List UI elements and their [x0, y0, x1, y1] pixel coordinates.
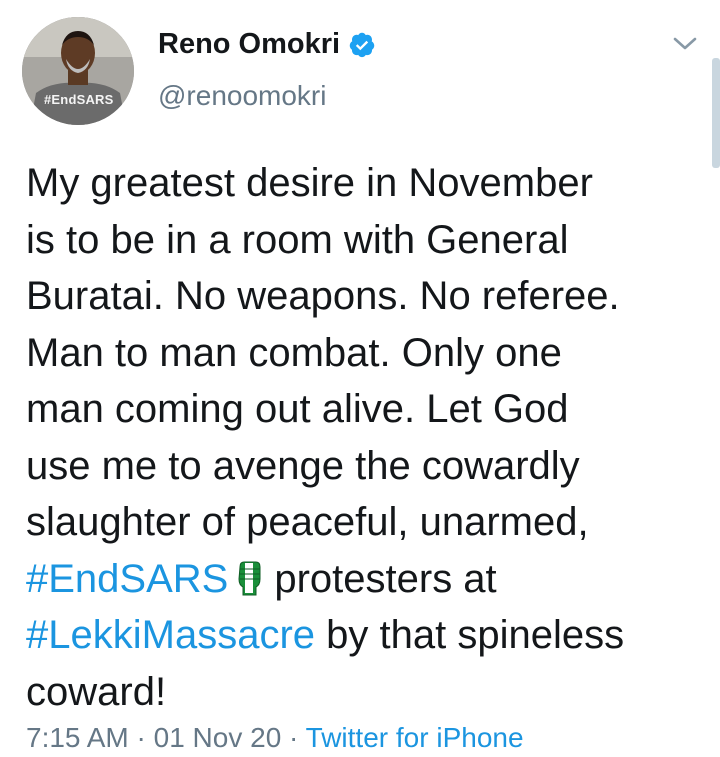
tweet-text-protesters: protesters at	[274, 556, 497, 601]
chevron-down-icon[interactable]	[672, 35, 698, 53]
tweet-line: use me to avenge the cowardly	[26, 443, 580, 488]
tweet-line: slaughter of peaceful, unarmed,	[26, 500, 589, 544]
tweet-line: coward!	[26, 669, 167, 714]
tweet-line: #LekkiMassacre by that spineless	[26, 607, 706, 664]
tweet-text-spineless: by that spineless	[315, 613, 625, 657]
hashtag-lekkimassacre-link[interactable]: #LekkiMassacre	[26, 613, 315, 657]
tweet-line: Man to man combat. Only one	[26, 330, 562, 375]
tweet-time[interactable]: 7:15 AM	[26, 722, 129, 753]
user-display-name[interactable]: Reno Omokri	[158, 30, 340, 59]
tweet-source-link[interactable]: Twitter for iPhone	[306, 722, 524, 753]
avatar-shirt-text: #EndSARS	[44, 92, 114, 107]
tweet-meta: 7:15 AM · 01 Nov 20 · Twitter for iPhone	[26, 724, 524, 752]
avatar-photo	[22, 17, 134, 125]
meta-separator: ·	[128, 722, 154, 753]
avatar[interactable]: #EndSARS	[22, 17, 134, 125]
tweet-line: man coming out alive. Let God	[26, 387, 569, 431]
scrollbar-thumb[interactable]	[712, 58, 720, 168]
tweet-line: My greatest desire in November	[26, 161, 593, 205]
meta-separator: ·	[281, 722, 306, 753]
verified-badge-icon	[349, 32, 375, 57]
tweet-line: Buratai. No weapons. No referee.	[26, 274, 620, 318]
tweet-line: #EndSARS protesters at	[26, 551, 706, 608]
tweet-date[interactable]: 01 Nov 20	[154, 722, 282, 753]
tweet-line: is to be in a room with General	[26, 217, 569, 262]
tweet-text: My greatest desire in November is to be …	[26, 155, 706, 720]
user-display-name-row[interactable]: Reno Omokri	[158, 30, 376, 59]
raised-fist-emoji	[238, 561, 261, 595]
user-handle[interactable]: @renoomokri	[158, 82, 326, 110]
hashtag-endsars-link[interactable]: #EndSARS	[26, 557, 228, 601]
